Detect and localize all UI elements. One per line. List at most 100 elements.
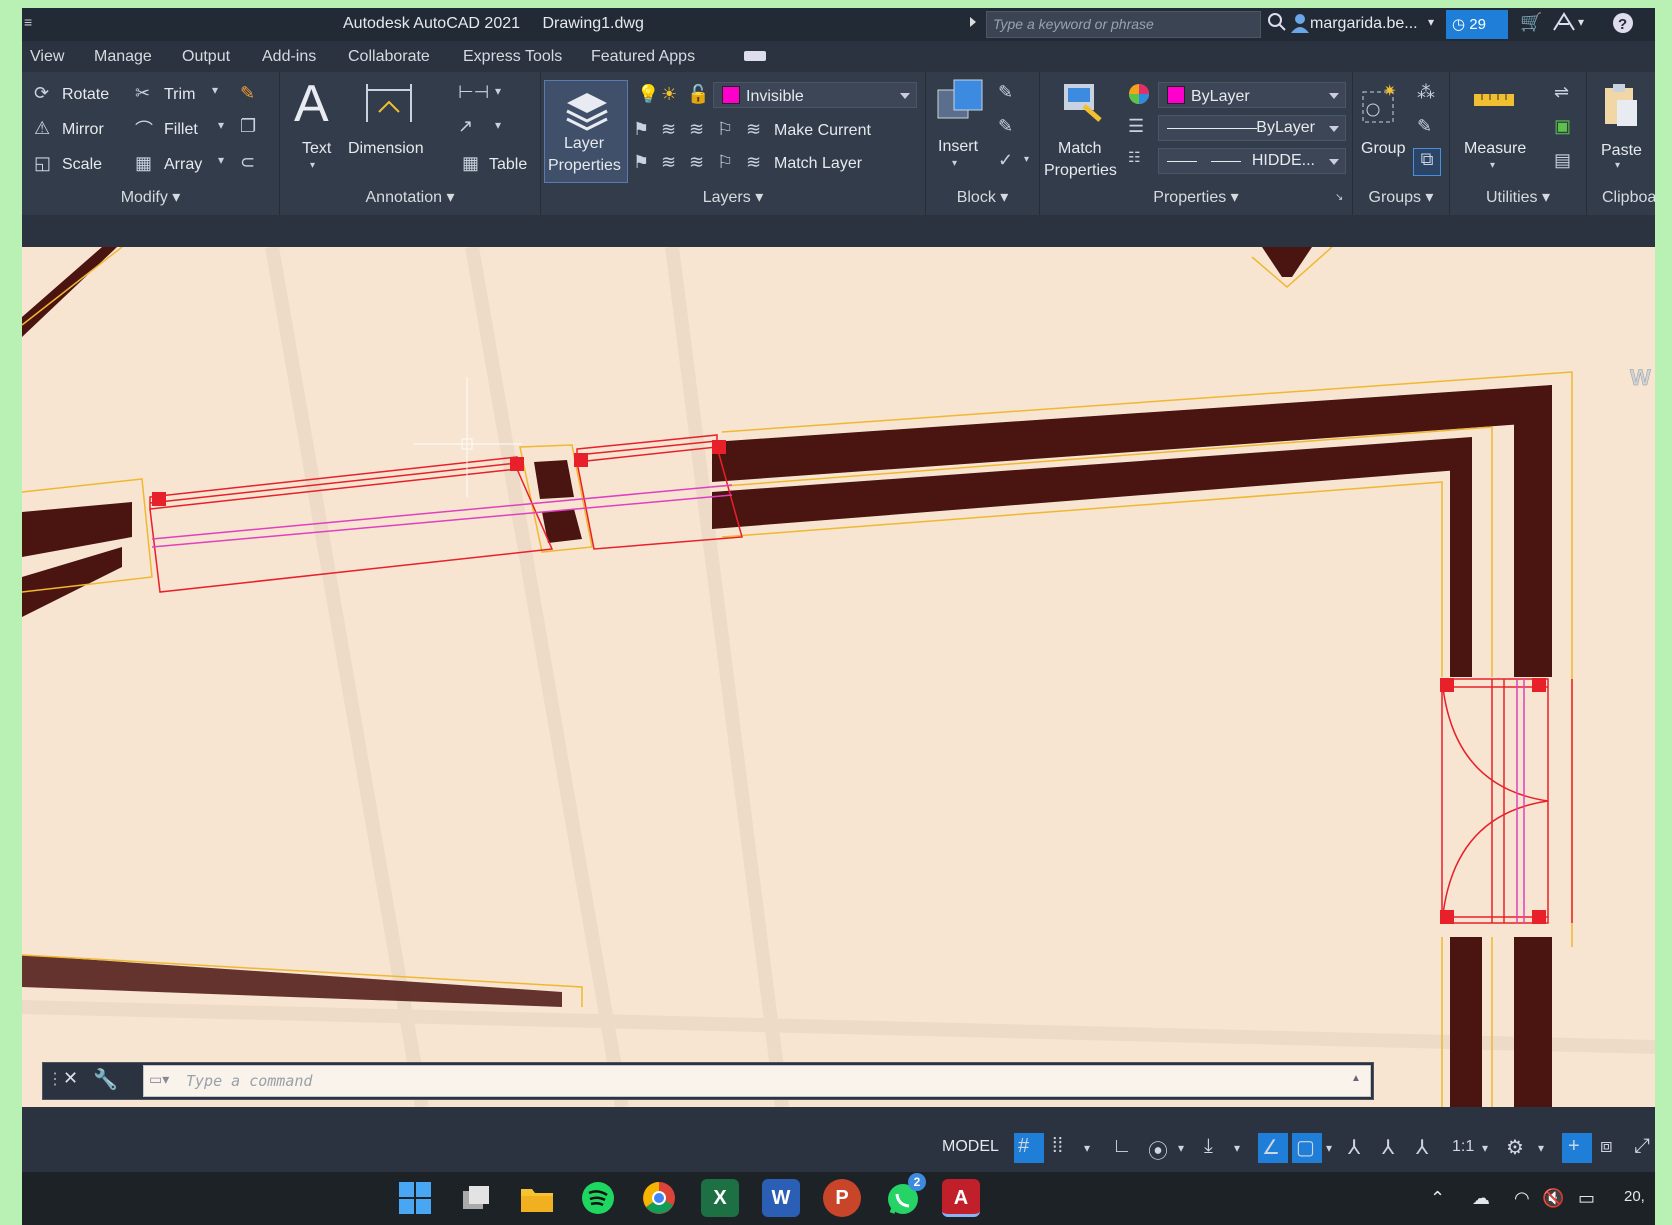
- chevron-down-icon[interactable]: ▾: [1482, 1141, 1488, 1155]
- tab-featured-apps[interactable]: Featured Apps: [591, 48, 695, 66]
- chevron-down-icon[interactable]: ▾: [310, 160, 315, 171]
- subscription-badge[interactable]: ◷ 29: [1446, 10, 1508, 39]
- linear-dimension-icon[interactable]: ⊢⊣: [458, 82, 489, 103]
- scale-readout[interactable]: 1:1: [1452, 1138, 1474, 1156]
- help-icon[interactable]: ?: [1612, 12, 1634, 39]
- table-button[interactable]: Table: [489, 156, 527, 174]
- search-icon[interactable]: [1267, 12, 1287, 37]
- mirror-button[interactable]: Mirror: [62, 121, 104, 139]
- chevron-down-icon[interactable]: ▾: [1428, 15, 1434, 29]
- select-all-icon[interactable]: ▣: [1554, 116, 1571, 137]
- clipboard-panel-title[interactable]: Clipboard: [1602, 189, 1655, 207]
- annotation-scale-icon[interactable]: ⅄: [1416, 1135, 1428, 1160]
- layer-off-icon[interactable]: ≋: [661, 119, 676, 140]
- command-history-icon[interactable]: ▭▾: [149, 1071, 169, 1088]
- quick-select-icon[interactable]: ⇌: [1554, 82, 1569, 103]
- chevron-up-icon[interactable]: ▲: [1351, 1073, 1361, 1084]
- cart-icon[interactable]: 🛒: [1520, 12, 1542, 33]
- tab-express-tools[interactable]: Express Tools: [463, 48, 562, 66]
- chevron-down-icon[interactable]: ▾: [1578, 15, 1584, 29]
- fillet-button[interactable]: Fillet: [164, 121, 198, 139]
- layers-panel-title[interactable]: Layers ▾: [541, 187, 925, 207]
- copy-icon[interactable]: ❐: [240, 116, 256, 137]
- spotify-icon[interactable]: [579, 1179, 617, 1217]
- ribbon-display-toggle[interactable]: [744, 51, 766, 61]
- color-dropdown[interactable]: ByLayer: [1158, 82, 1346, 108]
- calculator-icon[interactable]: ▤: [1554, 150, 1571, 171]
- lineweight-icon[interactable]: ☰: [1128, 116, 1144, 137]
- isolate-objects-icon[interactable]: ⧈: [1600, 1135, 1613, 1158]
- layer-freeze-icon[interactable]: ≋: [689, 119, 704, 140]
- chevron-down-icon[interactable]: ▾: [1234, 1141, 1240, 1155]
- drawing-svg[interactable]: W: [22, 247, 1655, 1107]
- chevron-down-icon[interactable]: ▾: [1615, 160, 1620, 171]
- layer-unlock-all-icon[interactable]: ⚐: [717, 152, 733, 173]
- layer-on-icon[interactable]: 💡: [637, 84, 659, 105]
- task-view-icon[interactable]: [457, 1179, 495, 1217]
- gear-icon[interactable]: ⚙: [1506, 1135, 1524, 1160]
- layer-lock-icon[interactable]: ⚐: [717, 119, 733, 140]
- dialog-launcher-icon[interactable]: ↘: [1335, 192, 1343, 203]
- layer-thaw-icon[interactable]: ☀: [661, 84, 677, 105]
- layer-on-all-icon[interactable]: ≋: [661, 152, 676, 173]
- onedrive-icon[interactable]: ☁: [1472, 1188, 1490, 1209]
- file-explorer-icon[interactable]: [518, 1179, 556, 1217]
- tab-view[interactable]: View: [30, 48, 64, 66]
- groups-panel-title[interactable]: Groups ▾: [1353, 187, 1449, 207]
- create-block-icon[interactable]: ✎: [998, 82, 1013, 103]
- chevron-down-icon[interactable]: ▾: [1178, 1141, 1184, 1155]
- block-attribute-icon[interactable]: ✓: [998, 150, 1013, 171]
- tab-collaborate[interactable]: Collaborate: [348, 48, 430, 66]
- linetype-dropdown[interactable]: HIDDE...: [1158, 148, 1346, 174]
- group-edit-icon[interactable]: ✎: [1417, 116, 1432, 137]
- chevron-down-icon[interactable]: ▾: [1490, 160, 1495, 171]
- chevron-up-icon[interactable]: ⌃: [1430, 1188, 1445, 1209]
- make-current-button[interactable]: Make Current: [774, 122, 871, 140]
- auto-scale-icon[interactable]: ⅄: [1382, 1135, 1394, 1160]
- user-icon[interactable]: [1290, 12, 1310, 39]
- chevron-down-icon[interactable]: ▾: [952, 158, 957, 169]
- clock-text[interactable]: 20,: [1624, 1188, 1645, 1205]
- ungroup-icon[interactable]: ⁂: [1417, 82, 1435, 103]
- match-properties-label-2[interactable]: Properties: [1044, 162, 1117, 180]
- tab-add-ins[interactable]: Add-ins: [262, 48, 316, 66]
- modify-panel-title[interactable]: Modify ▾: [22, 187, 279, 207]
- measure-button[interactable]: Measure: [1464, 140, 1526, 158]
- snap-icon[interactable]: ⁞⁞: [1052, 1135, 1063, 1158]
- chevron-down-icon[interactable]: ▾: [495, 118, 501, 132]
- command-input[interactable]: Type a command: [143, 1065, 1371, 1097]
- close-icon[interactable]: ✕: [63, 1068, 78, 1089]
- drag-handle-icon[interactable]: ⋮: [47, 1069, 63, 1089]
- trim-button[interactable]: Trim: [164, 86, 195, 104]
- chevron-down-icon[interactable]: ▾: [1538, 1141, 1544, 1155]
- model-space-button[interactable]: MODEL: [942, 1138, 999, 1156]
- viewcube-west[interactable]: W: [1630, 365, 1652, 391]
- chevron-down-icon[interactable]: ▾: [212, 83, 218, 97]
- powerpoint-icon[interactable]: P: [823, 1179, 861, 1217]
- volume-muted-icon[interactable]: 🔇: [1542, 1188, 1564, 1209]
- layer-thaw-all-icon[interactable]: ≋: [689, 152, 704, 173]
- dimension-button[interactable]: Dimension: [348, 140, 424, 158]
- block-panel-title[interactable]: Block ▾: [926, 187, 1039, 207]
- leader-icon[interactable]: ↗: [458, 116, 473, 137]
- fullscreen-icon[interactable]: ⤢: [1634, 1135, 1650, 1158]
- object-snap-tracking-icon[interactable]: ⤓: [1204, 1135, 1213, 1158]
- word-icon[interactable]: W: [762, 1179, 800, 1217]
- whatsapp-icon[interactable]: 2: [884, 1173, 926, 1217]
- insert-button[interactable]: Insert: [938, 138, 978, 156]
- group-select-icon[interactable]: ⧉: [1413, 148, 1441, 176]
- tab-manage[interactable]: Manage: [94, 48, 152, 66]
- layer-unisolate-icon[interactable]: ⚑: [633, 152, 649, 173]
- erase-icon[interactable]: ✎: [240, 83, 255, 104]
- chevron-down-icon[interactable]: ▾: [1024, 154, 1029, 165]
- rotate-button[interactable]: Rotate: [62, 86, 109, 104]
- match-properties-label-1[interactable]: Match: [1058, 140, 1102, 158]
- chrome-icon[interactable]: [640, 1179, 678, 1217]
- door-block[interactable]: [1441, 678, 1573, 924]
- search-input[interactable]: Type a keyword or phrase: [986, 11, 1261, 38]
- scale-button[interactable]: Scale: [62, 156, 102, 174]
- properties-panel-title[interactable]: Properties ▾: [1040, 187, 1352, 207]
- layer-properties-button[interactable]: Layer Properties: [544, 80, 628, 183]
- edit-block-icon[interactable]: ✎: [998, 116, 1013, 137]
- annotation-visibility-icon[interactable]: ⅄: [1348, 1135, 1360, 1160]
